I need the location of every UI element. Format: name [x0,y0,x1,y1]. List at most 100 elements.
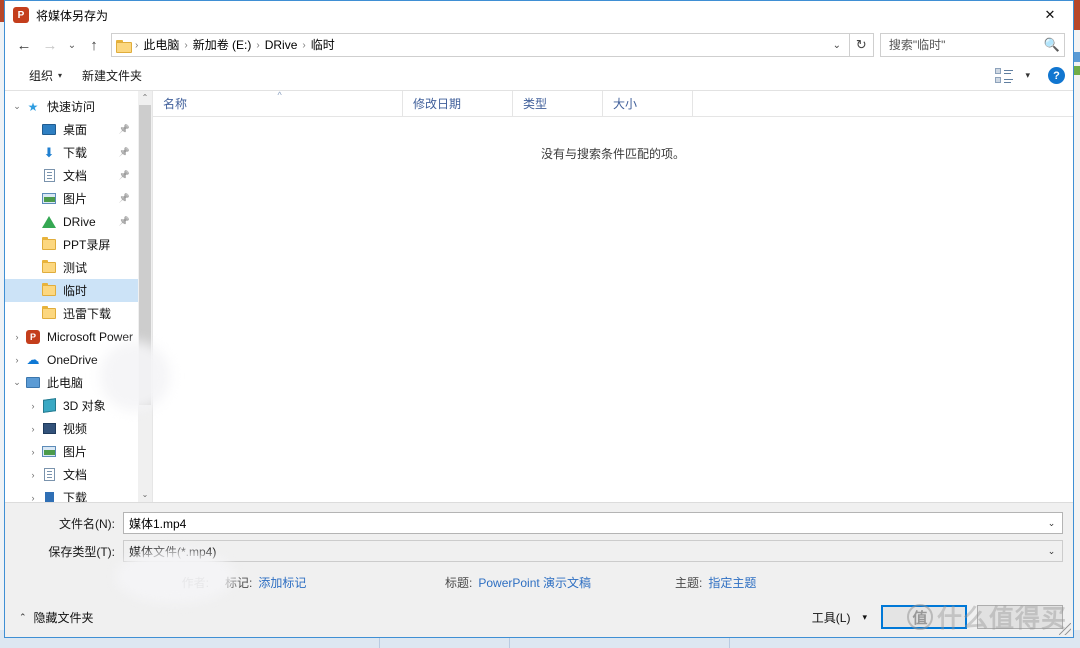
pin-icon[interactable]: 📌 [119,170,130,181]
tree-item-1[interactable]: 桌面 📌 [5,118,138,141]
chevron-right-icon[interactable]: › [25,447,41,457]
column-header-2[interactable]: 类型 [513,91,603,116]
column-header-1[interactable]: 修改日期 [403,91,513,116]
tree-item-12[interactable]: ⌄ 此电脑 [5,371,138,394]
search-icon[interactable]: 🔍 [1044,37,1060,53]
tree-item-5[interactable]: DRive 📌 [5,210,138,233]
search-box[interactable]: 🔍 [879,33,1065,57]
window-title: 将媒体另存为 [36,8,109,23]
tools-button[interactable]: 工具(L) ▾ [808,609,871,626]
view-mode-icon[interactable] [995,67,1015,84]
filetype-select[interactable]: 媒体文件(*.mp4) ⌄ [123,540,1063,562]
chevron-right-icon[interactable]: › [9,355,25,365]
view-chevron-down-icon[interactable]: ▾ [1019,70,1036,81]
refresh-icon[interactable]: ↻ [849,33,874,57]
pin-icon[interactable]: 📌 [119,124,130,135]
filetype-value: 媒体文件(*.mp4) [129,544,217,559]
empty-list-message: 没有与搜索条件匹配的项。 [540,147,685,161]
chevron-right-icon[interactable]: › [25,424,41,434]
cancel-button[interactable] [977,605,1063,629]
hide-folders-button[interactable]: ⌃ 隐藏文件夹 [19,609,94,626]
tree-item-label: 迅雷下载 [63,307,112,321]
tree-item-9[interactable]: 迅雷下载 [5,302,138,325]
tree-item-label: PPT录屏 [63,238,111,252]
tree-item-13[interactable]: › 3D 对象 [5,394,138,417]
tree-item-6[interactable]: PPT录屏 [5,233,138,256]
tree-item-label: 快速访问 [47,100,96,114]
pin-icon[interactable]: 📌 [119,216,130,227]
tree-item-8[interactable]: 临时 [5,279,138,302]
dialog-footer: ⌃ 隐藏文件夹 工具(L) ▾ [5,597,1073,637]
save-button[interactable] [881,605,967,629]
filename-chevron-down-icon[interactable]: ⌄ [1043,513,1060,533]
navigation-scrollbar[interactable]: ⌃ ⌄ [138,91,152,502]
pin-icon[interactable]: 📌 [119,147,130,158]
onedrive-icon: ☁ [26,351,40,367]
column-headers: 名称 ^ 修改日期 类型 大小 [153,91,1073,117]
help-icon[interactable]: ? [1048,67,1065,84]
file-list-pane[interactable]: 名称 ^ 修改日期 类型 大小 没有与搜索条件匹配的项。 [153,91,1073,502]
filetype-chevron-down-icon[interactable]: ⌄ [1043,541,1060,561]
tree-item-16[interactable]: › 文档 [5,463,138,486]
chevron-right-icon[interactable]: › [9,332,25,342]
tree-item-2[interactable]: ⬇ 下载 📌 [5,141,138,164]
forward-button[interactable]: → [37,32,63,58]
subject-value[interactable]: 指定主题 [708,574,756,591]
tree-item-label: 文档 [63,169,88,183]
download-icon: ⬇ [43,144,55,160]
save-media-as-dialog: P 将媒体另存为 ✕ ← → ⌄ ↑ › 此电脑 › 新加卷 (E:) › DR… [4,0,1074,638]
close-icon[interactable]: ✕ [1027,1,1073,29]
title-cell: 标题: PowerPoint 演示文稿 [445,574,675,591]
tree-item-4[interactable]: 图片 📌 [5,187,138,210]
tree-item-0[interactable]: ⌄ ★ 快速访问 [5,95,138,118]
tree-item-17[interactable]: › 下载 [5,486,138,502]
chevron-down-icon: ▾ [862,611,867,622]
recent-locations-chevron-down-icon[interactable]: ⌄ [63,32,81,58]
tree-item-7[interactable]: 测试 [5,256,138,279]
new-folder-button[interactable]: 新建文件夹 [72,64,152,88]
tree-item-11[interactable]: › ☁ OneDrive [5,348,138,371]
tree-item-10[interactable]: › P Microsoft Power [5,325,138,348]
up-button[interactable]: ↑ [81,32,107,58]
scroll-up-icon[interactable]: ⌃ [142,91,149,105]
address-bar[interactable]: › 此电脑 › 新加卷 (E:) › DRive › 临时 ⌄ [111,33,850,57]
search-input[interactable] [888,38,1044,52]
tags-value[interactable]: 添加标记 [258,574,306,591]
tree-item-3[interactable]: 文档 📌 [5,164,138,187]
scroll-down-icon[interactable]: ⌄ [142,488,149,502]
pin-icon[interactable]: 📌 [119,193,130,204]
address-chevron-down-icon[interactable]: ⌄ [827,34,847,56]
documents-icon [41,467,57,483]
tree-item-label: 3D 对象 [63,399,106,413]
chevron-up-icon: ⌃ [19,611,27,622]
tree-item-label: 测试 [63,261,88,275]
author-cell: 作者: [15,574,225,591]
organize-button[interactable]: 组织 ▾ [19,64,72,88]
back-button[interactable]: ← [11,32,37,58]
breadcrumb-item-1[interactable]: 新加卷 (E:) [189,34,256,56]
metadata-row: 作者: 标记: 添加标记 标题: PowerPoint 演示文稿 主题: 指定主… [15,567,1063,597]
filename-field[interactable]: 媒体1.mp4 ⌄ [123,512,1063,534]
filetype-row: 保存类型(T): 媒体文件(*.mp4) ⌄ [15,539,1063,563]
chevron-right-icon[interactable]: › [25,401,41,411]
tree-item-14[interactable]: › 视频 [5,417,138,440]
chevron-down-icon[interactable]: ⌄ [9,377,25,388]
folder-icon [41,283,57,299]
scrollbar-thumb[interactable] [139,105,151,405]
tree-item-label: 下载 [63,491,88,502]
chevron-right-icon[interactable]: › [25,470,41,480]
breadcrumb-item-2[interactable]: DRive [261,34,302,56]
tree-item-label: 图片 [63,445,88,459]
breadcrumb-item-0[interactable]: 此电脑 [139,34,183,56]
title-value[interactable]: PowerPoint 演示文稿 [478,574,591,591]
chevron-down-icon[interactable]: ⌄ [9,101,25,112]
resize-grip[interactable] [1059,623,1071,635]
column-header-3[interactable]: 大小 [603,91,693,116]
breadcrumb-item-3[interactable]: 临时 [307,34,339,56]
hide-folders-label: 隐藏文件夹 [33,610,94,625]
column-header-0[interactable]: 名称 ^ [153,91,403,116]
tree-item-15[interactable]: › 图片 [5,440,138,463]
documents-icon [41,168,57,184]
3d-objects-icon [41,398,57,414]
chevron-right-icon[interactable]: › [25,493,41,503]
